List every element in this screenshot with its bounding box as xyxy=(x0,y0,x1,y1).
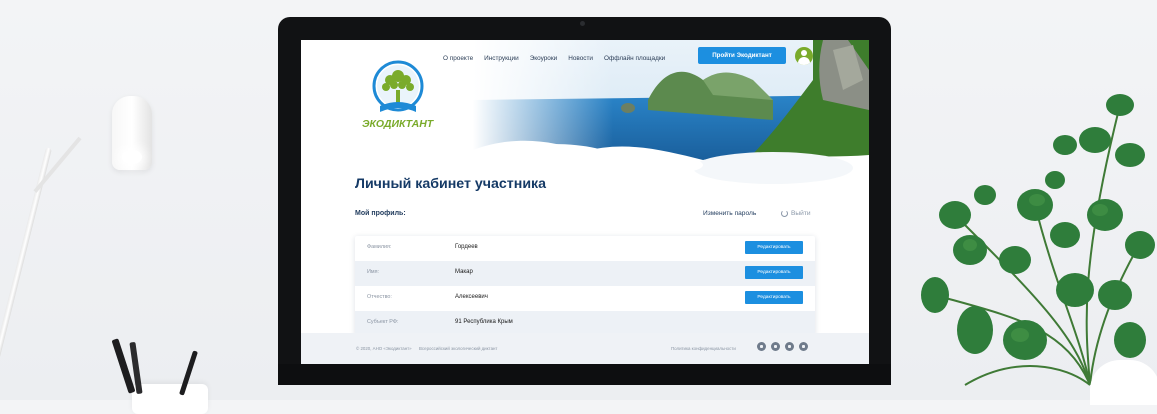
field-value: 91 Республика Крым xyxy=(455,319,513,325)
logout-label: Выйти xyxy=(791,210,811,217)
profile-section-label: Мой профиль: xyxy=(355,210,406,217)
privacy-policy-link[interactable]: Политика конфиденциальности xyxy=(671,346,736,351)
logo-wordmark: ЭКОДИКТАНТ xyxy=(362,118,435,130)
plant-pot xyxy=(1090,360,1157,405)
footer-project-name: Всероссийский экологический диктант xyxy=(419,346,498,351)
monitor: ЭКОДИКТАНТ О проекте Инструкции Экоуроки… xyxy=(278,17,891,385)
desk-lamp-pole xyxy=(0,147,52,402)
field-label: Имя: xyxy=(367,269,379,275)
screen: ЭКОДИКТАНТ О проекте Инструкции Экоуроки… xyxy=(301,40,869,364)
profile-row-patronymic: Отчество: Алексеевич Редактировать xyxy=(355,286,815,311)
field-value: Алексеевич xyxy=(455,294,488,300)
nav-link-instructions[interactable]: Инструкции xyxy=(484,55,519,62)
logout-link[interactable]: Выйти xyxy=(781,210,811,217)
profile-row-name: Имя: Макар Редактировать xyxy=(355,261,815,286)
page-title: Личный кабинет участника xyxy=(355,176,547,192)
ecodictant-logo: ЭКОДИКТАНТ xyxy=(362,60,435,130)
edit-surname-button[interactable]: Редактировать xyxy=(745,241,803,254)
edit-patronymic-button[interactable]: Редактировать xyxy=(745,291,803,304)
nav-link-about[interactable]: О проекте xyxy=(443,55,473,62)
youtube-icon[interactable] xyxy=(799,342,808,351)
instagram-icon[interactable] xyxy=(757,342,766,351)
field-value: Гордеев xyxy=(455,244,478,250)
nav-link-ecolessons[interactable]: Экоуроки xyxy=(530,55,558,62)
edit-name-button[interactable]: Редактировать xyxy=(745,266,803,279)
take-dictation-button[interactable]: Пройти Экодиктант xyxy=(698,47,786,64)
field-label: Субъект РФ: xyxy=(367,319,399,325)
nav-link-news[interactable]: Новости xyxy=(568,55,593,62)
site-footer: © 2020, АНО «Экодиктант» Всероссийский э… xyxy=(301,333,869,364)
profile-card: Фамилия: Гордеев Редактировать Имя: Мака… xyxy=(355,236,815,336)
monitor-chin xyxy=(278,364,891,385)
change-password-link[interactable]: Изменить пароль xyxy=(703,210,756,217)
vk-icon[interactable] xyxy=(785,342,794,351)
facebook-icon[interactable] xyxy=(771,342,780,351)
desk-lamp-light xyxy=(122,150,142,164)
logout-icon xyxy=(781,210,788,217)
potted-plant xyxy=(921,94,1155,386)
field-label: Отчество: xyxy=(367,294,392,300)
webcam xyxy=(580,21,585,26)
profile-row-surname: Фамилия: Гордеев Редактировать xyxy=(355,236,815,261)
avatar-body xyxy=(798,57,810,65)
nav-link-offline-venues[interactable]: Оффлайн площадки xyxy=(604,55,665,62)
social-links xyxy=(757,342,808,351)
field-label: Фамилия: xyxy=(367,244,392,250)
pen-cup xyxy=(132,384,208,414)
field-value: Макар xyxy=(455,269,473,275)
user-avatar-icon[interactable] xyxy=(795,47,813,65)
avatar-head xyxy=(801,50,807,56)
main-nav: О проекте Инструкции Экоуроки Новости Оф… xyxy=(443,52,676,64)
footer-copyright: © 2020, АНО «Экодиктант» xyxy=(356,346,412,351)
